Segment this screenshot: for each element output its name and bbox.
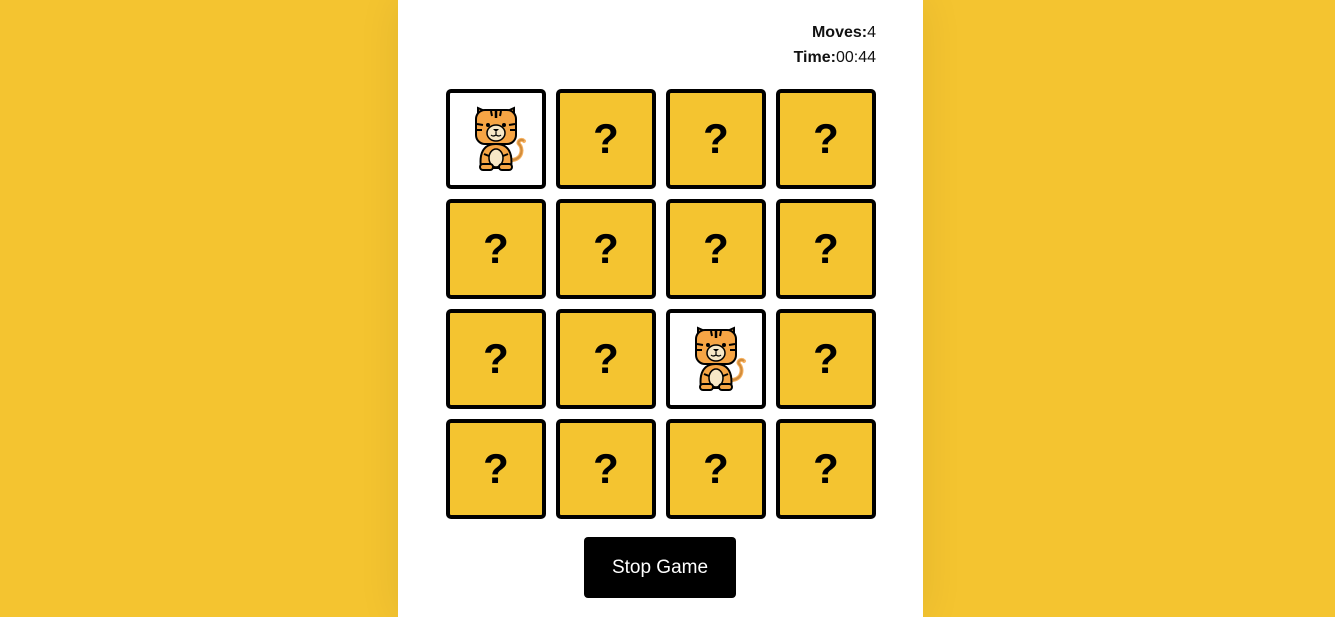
- memory-card[interactable]: ?: [556, 309, 656, 409]
- memory-card[interactable]: ?: [556, 199, 656, 299]
- memory-card[interactable]: ?: [776, 89, 876, 189]
- question-mark: ?: [483, 225, 509, 272]
- question-mark: ?: [703, 445, 729, 492]
- question-mark: ?: [813, 445, 839, 492]
- memory-card[interactable]: [666, 309, 766, 409]
- question-mark: ?: [813, 335, 839, 382]
- moves-label: Moves:: [811, 24, 868, 41]
- stats-container: Moves:4 Time:00:44: [794, 20, 876, 70]
- question-mark: ?: [813, 225, 839, 272]
- question-mark: ?: [483, 335, 509, 382]
- question-mark: ?: [813, 115, 839, 162]
- card-grid: ????????? ?????: [446, 89, 876, 519]
- question-mark: ?: [593, 225, 619, 272]
- time-stat: Time:00:44: [794, 45, 876, 70]
- memory-card[interactable]: ?: [666, 419, 766, 519]
- memory-card[interactable]: ?: [666, 89, 766, 189]
- memory-card[interactable]: ?: [776, 309, 876, 409]
- memory-card[interactable]: ?: [556, 419, 656, 519]
- game-panel: Moves:4 Time:00:44 ? ? ? ? ? ? ? ? ? ? ?…: [398, 0, 923, 617]
- question-mark: ?: [593, 335, 619, 382]
- memory-card[interactable]: ?: [556, 89, 656, 189]
- memory-card[interactable]: ?: [666, 199, 766, 299]
- stop-game-button[interactable]: Stop Game: [584, 537, 736, 598]
- question-mark: ?: [703, 115, 729, 162]
- memory-card[interactable]: ?: [446, 309, 546, 409]
- question-mark: ?: [593, 115, 619, 162]
- memory-card[interactable]: ?: [776, 199, 876, 299]
- time-value: 00:44: [835, 49, 876, 66]
- tiger-icon: [475, 106, 526, 171]
- moves-stat: Moves:4: [794, 20, 876, 45]
- memory-card[interactable]: ?: [446, 419, 546, 519]
- question-mark: ?: [593, 445, 619, 492]
- question-mark: ?: [483, 445, 509, 492]
- tiger-icon: [695, 326, 746, 391]
- memory-card[interactable]: ?: [446, 199, 546, 299]
- question-mark: ?: [703, 225, 729, 272]
- time-label: Time:: [793, 49, 836, 66]
- moves-value: 4: [867, 24, 876, 41]
- memory-card[interactable]: ?: [776, 419, 876, 519]
- memory-card[interactable]: [446, 89, 546, 189]
